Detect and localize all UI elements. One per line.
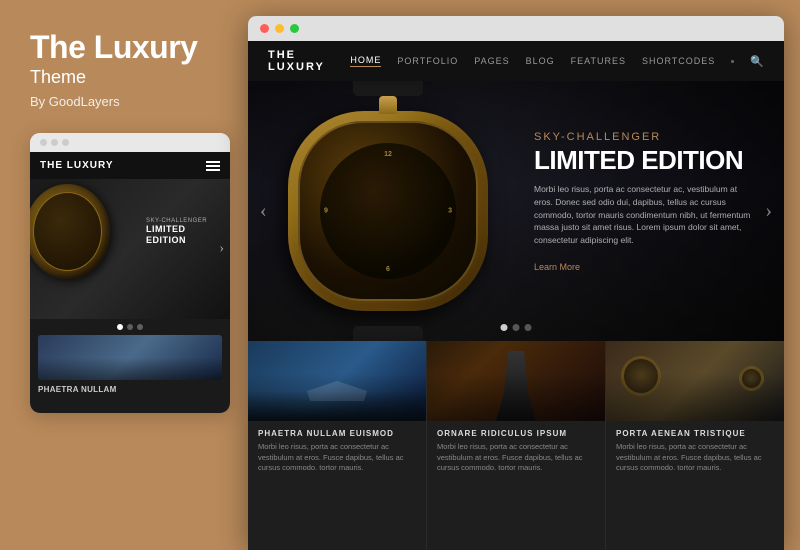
- mobile-chrome: [30, 133, 230, 152]
- mobile-hero: SKY-CHALLENGER LIMITED EDITION ›: [30, 179, 230, 319]
- nav-pages[interactable]: PAGES: [474, 56, 509, 66]
- card-2-text: Morbi leo risus, porta ac consectetur ac…: [437, 442, 595, 474]
- nav-shortcodes[interactable]: SHORTCODES: [642, 56, 715, 66]
- hero-title: LIMITED EDITION: [534, 147, 754, 173]
- mobile-watch: [30, 184, 110, 279]
- watch-crown: [379, 96, 397, 114]
- hero-slider: 12 3 6 9 SKY-CHALLENGER LIMITED EDITION …: [248, 81, 784, 341]
- slide-ind-1[interactable]: [501, 324, 508, 331]
- card-2-overlay: [427, 341, 605, 421]
- maximize-dot[interactable]: [290, 24, 299, 33]
- mobile-dot-2: [51, 139, 58, 146]
- card-1-title: PHAETRA NULLAM EUISMOD: [258, 429, 416, 438]
- mobile-preview: THE LUXURY SKY-CHALLENGER LIMITED EDITIO…: [30, 133, 230, 413]
- mobile-card-image: [38, 335, 222, 380]
- card-3-text: Morbi leo risus, porta ac consectetur ac…: [616, 442, 774, 474]
- search-icon[interactable]: 🔍: [750, 55, 764, 68]
- mobile-ind-3[interactable]: [137, 324, 143, 330]
- mobile-card-section: PHAETRA NULLAM: [30, 335, 230, 394]
- brand-by: By GoodLayers: [30, 94, 228, 109]
- card-1-overlay: [248, 341, 426, 421]
- card-2-title: ORNARE RIDICULUS IPSUM: [437, 429, 595, 438]
- hero-badge: SKY-CHALLENGER: [534, 131, 754, 143]
- site-nav-links: HOME PORTFOLIO PAGES BLOG FEATURES SHORT…: [350, 55, 764, 68]
- browser-window: THE LUXURY HOME PORTFOLIO PAGES BLOG FEA…: [248, 16, 784, 550]
- hero-cta[interactable]: Learn More: [534, 262, 580, 272]
- card-1-image: [248, 341, 426, 421]
- watch-band-top: [353, 81, 423, 96]
- card-1: PHAETRA NULLAM EUISMOD Morbi leo risus, …: [248, 341, 427, 550]
- hero-watch: 12 3 6 9: [278, 91, 498, 331]
- hero-body: Morbi leo risus, porta ac consectetur ac…: [534, 183, 754, 247]
- nav-blog[interactable]: BLOG: [526, 56, 555, 66]
- card-3-overlay: [606, 341, 784, 421]
- card-2: ORNARE RIDICULUS IPSUM Morbi leo risus, …: [427, 341, 606, 550]
- card-1-content: PHAETRA NULLAM EUISMOD Morbi leo risus, …: [248, 421, 426, 550]
- card-3-image: [606, 341, 784, 421]
- browser-body: THE LUXURY HOME PORTFOLIO PAGES BLOG FEA…: [248, 41, 784, 550]
- cards-section: PHAETRA NULLAM EUISMOD Morbi leo risus, …: [248, 341, 784, 550]
- slider-indicators: [501, 324, 532, 331]
- nav-extra-dot: [731, 60, 734, 63]
- hero-text-block: SKY-CHALLENGER LIMITED EDITION Morbi leo…: [534, 131, 754, 275]
- mobile-hero-title: LIMITED EDITION: [146, 224, 225, 246]
- mobile-dot-3: [62, 139, 69, 146]
- site-nav: THE LUXURY HOME PORTFOLIO PAGES BLOG FEA…: [248, 41, 784, 81]
- mobile-hero-text: SKY-CHALLENGER LIMITED EDITION: [146, 218, 225, 246]
- card-3-title: PORTA AENEAN TRISTIQUE: [616, 429, 774, 438]
- watch-case: 12 3 6 9: [288, 111, 488, 311]
- mobile-nav: THE LUXURY: [30, 152, 230, 179]
- mobile-menu-icon[interactable]: [206, 161, 220, 171]
- mobile-ind-2[interactable]: [127, 324, 133, 330]
- site-logo: THE LUXURY: [268, 49, 350, 73]
- mobile-dot-1: [40, 139, 47, 146]
- card-3-content: PORTA AENEAN TRISTIQUE Morbi leo risus, …: [606, 421, 784, 550]
- slider-next-arrow[interactable]: ›: [757, 196, 780, 227]
- card-2-image: [427, 341, 605, 421]
- nav-features[interactable]: FEATURES: [571, 56, 626, 66]
- brand-title: The Luxury: [30, 30, 228, 65]
- mobile-watch-inner: [33, 192, 102, 271]
- minimize-dot[interactable]: [275, 24, 284, 33]
- mobile-next-arrow[interactable]: ›: [219, 241, 224, 257]
- slide-ind-2[interactable]: [513, 324, 520, 331]
- slider-prev-arrow[interactable]: ‹: [252, 196, 275, 227]
- slide-ind-3[interactable]: [525, 324, 532, 331]
- watch-face: 12 3 6 9: [320, 143, 456, 279]
- browser-chrome: [248, 16, 784, 41]
- nav-portfolio[interactable]: PORTFOLIO: [397, 56, 458, 66]
- nav-home[interactable]: HOME: [350, 55, 381, 67]
- mobile-card-title: PHAETRA NULLAM: [38, 385, 222, 394]
- left-panel: The Luxury Theme By GoodLayers THE LUXUR…: [0, 0, 248, 550]
- mobile-ind-1[interactable]: [117, 324, 123, 330]
- brand-subtitle: Theme: [30, 67, 228, 88]
- card-2-content: ORNARE RIDICULUS IPSUM Morbi leo risus, …: [427, 421, 605, 550]
- card-1-text: Morbi leo risus, porta ac consectetur ac…: [258, 442, 416, 474]
- mobile-browser-body: THE LUXURY SKY-CHALLENGER LIMITED EDITIO…: [30, 152, 230, 413]
- mobile-slider-indicators: [30, 319, 230, 335]
- watch-bezel: 12 3 6 9: [298, 121, 478, 301]
- close-dot[interactable]: [260, 24, 269, 33]
- mobile-logo: THE LUXURY: [40, 160, 114, 171]
- card-3: PORTA AENEAN TRISTIQUE Morbi leo risus, …: [606, 341, 784, 550]
- watch-band-bottom: [353, 326, 423, 341]
